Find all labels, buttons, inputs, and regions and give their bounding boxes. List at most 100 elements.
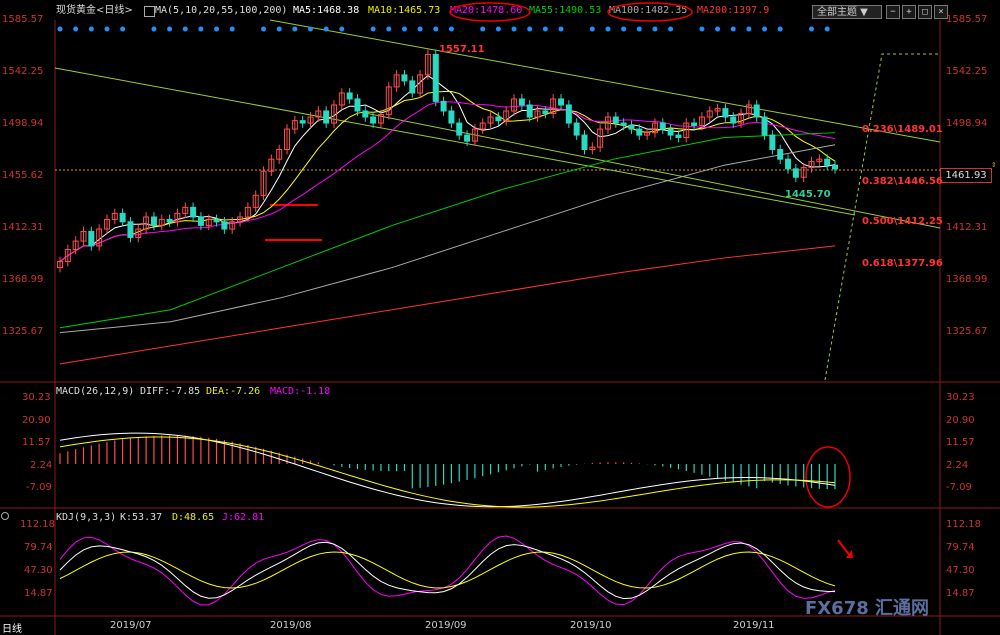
kdj-title: KDJ(9,3,3) (56, 512, 117, 523)
candle-body (464, 134, 471, 142)
candle-body (675, 134, 682, 139)
signal-dot-icon (73, 26, 79, 32)
macd-tick-right: 20.90 (946, 415, 975, 426)
macd-diff-line (59, 432, 836, 508)
kdj-tick: 14.87 (24, 588, 53, 599)
macd-dea: DEA:-7.26 (206, 386, 261, 397)
kdj-d: D:48.65 (172, 512, 215, 523)
macd-dea-line (59, 436, 836, 508)
ma20-highlight (449, 2, 531, 22)
signal-dot-icon (527, 26, 533, 32)
signal-dot-icon (746, 26, 752, 32)
kdj-tick-right: 112.18 (946, 519, 981, 530)
fib-0618-label: 0.618\1377.96 (862, 258, 943, 269)
signal-dot-icon (261, 26, 267, 32)
signal-dot-icon (198, 26, 204, 32)
macd-tick-right: -7.09 (946, 482, 972, 493)
kdj-tick: 79.74 (24, 542, 53, 553)
macd-value: MACD:-1.18 (270, 386, 331, 397)
chart-canvas[interactable] (0, 0, 1000, 635)
fib-0500-label: 0.500\1412.25 (862, 216, 943, 227)
candle-body (354, 98, 361, 112)
macd-title: MACD(26,12,9) (56, 386, 135, 397)
signal-dot-icon (511, 26, 517, 32)
candle-body (573, 122, 580, 136)
high-label: 1557.11 (439, 44, 485, 55)
signal-dot-icon (824, 26, 830, 32)
signal-dot-icon (448, 26, 454, 32)
candle-body (518, 98, 525, 106)
candle-body (362, 110, 369, 118)
signal-dot-icon (636, 26, 642, 32)
price-tick-right: 1325.67 (946, 326, 988, 337)
signal-dot-icon (276, 26, 282, 32)
kdj-k-line (59, 541, 836, 600)
price-tick-left: 1585.57 (2, 14, 44, 25)
price-tick-right: 1585.57 (946, 14, 988, 25)
candle-body (832, 164, 838, 170)
fib-0236-label: 0.236\1489.01 (862, 124, 943, 135)
x-tick: 2019/10 (570, 620, 612, 631)
candle-body (792, 168, 799, 178)
ma20-line (59, 101, 836, 262)
signal-dot-icon (88, 26, 94, 32)
signal-dot-icon (605, 26, 611, 32)
signal-dot-icon (167, 26, 173, 32)
fib-0382-label: 0.382\1446.56 (862, 176, 943, 187)
kdj-tick-right: 14.87 (946, 588, 975, 599)
signal-dot-icon (809, 26, 815, 32)
signal-dot-icon (120, 26, 126, 32)
candle-body (190, 206, 197, 218)
kdj-d-line (59, 551, 836, 589)
macd-tick: 20.90 (22, 415, 51, 426)
price-tick-left: 1542.25 (2, 66, 44, 77)
period-label[interactable]: 日线 (2, 620, 22, 635)
signal-dot-icon (762, 26, 768, 32)
watermark-logo: FX678 汇通网 (805, 598, 930, 619)
signal-dot-icon (777, 26, 783, 32)
candle-body (542, 110, 549, 114)
signal-dot-icon (652, 26, 658, 32)
ma200-line (59, 245, 836, 365)
candle-body (221, 221, 228, 230)
candle-body (659, 122, 666, 130)
candle-body (401, 74, 408, 82)
candle-body (581, 134, 588, 151)
price-tick-right: 1542.25 (946, 66, 988, 77)
macd-tick-right: 2.24 (946, 460, 969, 471)
signal-dot-icon (542, 26, 548, 32)
ma5-line (59, 74, 836, 262)
candle-body (722, 108, 729, 118)
candle-body (526, 104, 533, 118)
candle-body (370, 116, 377, 124)
price-tick-right: 1498.94 (946, 118, 988, 129)
signal-dot-icon (495, 26, 501, 32)
candle-body (761, 116, 768, 136)
candle-body (197, 216, 204, 226)
macd-highlight (805, 446, 851, 508)
signal-dot-icon (433, 26, 439, 32)
candle-body (824, 158, 831, 166)
macd-tick: 11.57 (22, 437, 51, 448)
ma100-highlight (607, 2, 693, 22)
candle-body (565, 104, 572, 124)
signal-dot-icon (480, 26, 486, 32)
current-price-tag: 1461.93 (940, 168, 992, 183)
candle-body (299, 120, 306, 124)
kdj-panel-icon[interactable] (1, 512, 9, 520)
candle-body (612, 116, 619, 124)
channel-middle-line (54, 67, 856, 216)
signal-dot-icon (401, 26, 407, 32)
candle-body (150, 216, 157, 226)
candle-body (323, 110, 330, 124)
macd-tick: 2.24 (30, 460, 53, 471)
candle-body (409, 80, 416, 94)
signal-dot-icon (308, 26, 314, 32)
signal-dot-icon (621, 26, 627, 32)
signal-dot-icon (323, 26, 329, 32)
kdj-tick-right: 47.30 (946, 565, 975, 576)
price-tick-right: 1368.99 (946, 274, 988, 285)
candle-body (213, 218, 220, 223)
signal-dot-icon (57, 26, 63, 32)
kdj-j-line (59, 535, 836, 606)
